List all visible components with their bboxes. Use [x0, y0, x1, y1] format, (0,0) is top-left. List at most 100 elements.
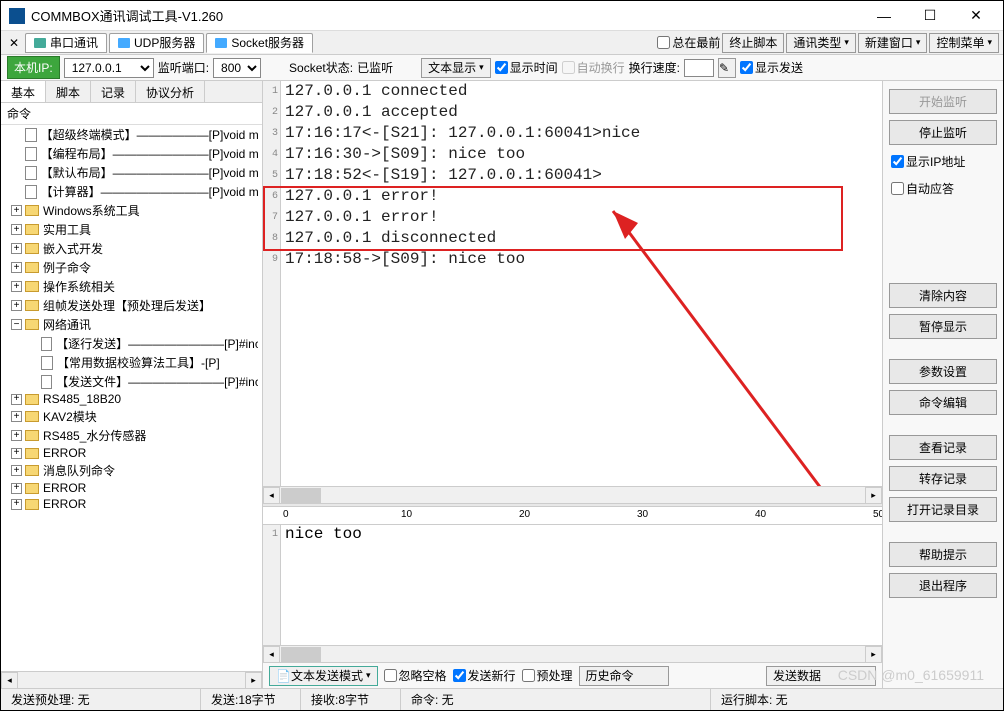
tree-hscroll[interactable]: ◂▸: [1, 671, 262, 688]
tree-item[interactable]: +实用工具: [1, 220, 262, 239]
ip-combo[interactable]: 127.0.0.1: [64, 58, 154, 78]
log-hscroll[interactable]: ◂▸: [263, 486, 882, 503]
maximize-button[interactable]: ☐: [907, 2, 953, 30]
stop-listen-button[interactable]: 停止监听: [889, 120, 997, 145]
tree-item[interactable]: 【超级终端模式】——————[P]void ma: [1, 125, 262, 144]
tree-item[interactable]: 【逐行发送】————————[P]#includ: [1, 334, 262, 353]
log-view[interactable]: 123456789 127.0.0.1 connected127.0.0.1 a…: [263, 81, 882, 486]
ruler: 01020304050: [263, 507, 882, 525]
socket-state-label: Socket状态:: [289, 59, 353, 76]
help-tip-button[interactable]: 帮助提示: [889, 542, 997, 567]
trans-record-button[interactable]: 转存记录: [889, 466, 997, 491]
subtab-script[interactable]: 脚本: [46, 81, 91, 102]
wrap-action-button[interactable]: ✎: [718, 58, 736, 78]
status-bar: 发送预处理: 无 发送:18字节 接收:8字节 命令: 无 运行脚本: 无: [1, 688, 1003, 710]
auto-reply-check[interactable]: 自动应答: [889, 178, 997, 199]
tree-item[interactable]: −网络通讯: [1, 315, 262, 334]
tab-label: UDP服务器: [134, 34, 195, 51]
clear-content-button[interactable]: 清除内容: [889, 283, 997, 308]
ctrl-menu-button[interactable]: 控制菜单: [929, 33, 999, 53]
param-set-button[interactable]: 参数设置: [889, 359, 997, 384]
tree-item[interactable]: 【常用数据校验算法工具】-[P]: [1, 353, 262, 372]
tree-item[interactable]: 【计算器】—————————[P]void ma: [1, 182, 262, 201]
top-tab-row: ✕ 串口通讯 UDP服务器 Socket服务器 总在最前 终止脚本 通讯类型 新…: [1, 31, 1003, 55]
status-send: 发送:18字节: [201, 689, 301, 710]
status-recv: 接收:8字节: [301, 689, 401, 710]
wrap-speed-input[interactable]: [684, 59, 714, 77]
new-window-button[interactable]: 新建窗口: [858, 33, 928, 53]
right-panel: 开始监听 停止监听 显示IP地址 自动应答 清除内容 暂停显示 参数设置 命令编…: [883, 81, 1003, 688]
status-script: 运行脚本: 无: [711, 689, 1003, 710]
minimize-button[interactable]: —: [861, 2, 907, 30]
subtab-basic[interactable]: 基本: [1, 81, 46, 102]
window-title: COMMBOX通讯调试工具-V1.260: [31, 6, 861, 25]
view-record-button[interactable]: 查看记录: [889, 435, 997, 460]
input-hscroll[interactable]: ◂▸: [263, 645, 882, 662]
tree-item[interactable]: +Windows系统工具: [1, 201, 262, 220]
show-ip-check[interactable]: 显示IP地址: [889, 151, 997, 172]
subtab-record[interactable]: 记录: [91, 81, 136, 102]
text-mode-button[interactable]: 文本显示: [421, 58, 491, 78]
center-panel: 123456789 127.0.0.1 connected127.0.0.1 a…: [263, 81, 883, 688]
tree-header: 命令: [1, 103, 262, 125]
log-gutter: 123456789: [263, 81, 281, 486]
app-icon: [9, 8, 25, 24]
port-combo[interactable]: 8001: [213, 58, 261, 78]
titlebar: COMMBOX通讯调试工具-V1.260 — ☐ ✕: [1, 1, 1003, 31]
history-button[interactable]: 历史命令: [579, 666, 669, 686]
open-record-dir-button[interactable]: 打开记录目录: [889, 497, 997, 522]
tree-item[interactable]: +消息队列命令: [1, 461, 262, 480]
close-tab-icon[interactable]: ✕: [5, 36, 23, 50]
ignore-space-check[interactable]: 忽略空格: [384, 667, 447, 684]
command-tree[interactable]: 【超级终端模式】——————[P]void ma【编程布局】————————[P…: [1, 125, 262, 671]
input-text[interactable]: nice too: [281, 525, 366, 645]
socket-state-value: 已监听: [357, 59, 393, 76]
stop-script-button[interactable]: 终止脚本: [722, 33, 784, 53]
preprocess-check[interactable]: 预处理: [522, 667, 573, 684]
tree-item[interactable]: +ERROR: [1, 445, 262, 461]
show-send-check[interactable]: 显示发送: [740, 59, 803, 76]
tree-item[interactable]: +组帧发送处理【预处理后发送】: [1, 296, 262, 315]
tab-label: Socket服务器: [231, 34, 304, 51]
send-newline-check[interactable]: 发送新行: [453, 667, 516, 684]
watermark: CSDN @m0_61659911: [838, 667, 984, 683]
send-mode-button[interactable]: 📄 文本发送模式: [269, 666, 378, 686]
comm-type-button[interactable]: 通讯类型: [786, 33, 856, 53]
tab-label: 串口通讯: [50, 34, 98, 51]
tree-item[interactable]: +ERROR: [1, 496, 262, 512]
tab-udp[interactable]: UDP服务器: [109, 33, 204, 53]
bottom-controls: 📄 文本发送模式 忽略空格 发送新行 预处理 历史命令 发送数据: [263, 662, 882, 688]
always-top-check[interactable]: 总在最前: [657, 34, 720, 51]
tab-serial[interactable]: 串口通讯: [25, 33, 107, 53]
auto-wrap-check[interactable]: 自动换行: [562, 59, 625, 76]
wrap-speed-label: 换行速度:: [629, 59, 680, 76]
local-ip-button[interactable]: 本机IP:: [7, 56, 60, 79]
tab-socket[interactable]: Socket服务器: [206, 33, 313, 53]
pause-show-button[interactable]: 暂停显示: [889, 314, 997, 339]
port-label: 监听端口:: [158, 59, 209, 76]
tree-item[interactable]: +例子命令: [1, 258, 262, 277]
tree-item[interactable]: 【发送文件】————————[P]#includ: [1, 372, 262, 391]
input-gutter: 1: [263, 525, 281, 645]
show-time-check[interactable]: 显示时间: [495, 59, 558, 76]
status-cmd: 命令: 无: [401, 689, 711, 710]
tree-item[interactable]: +RS485_18B20: [1, 391, 262, 407]
tree-item[interactable]: +KAV2模块: [1, 407, 262, 426]
status-presend: 发送预处理: 无: [1, 689, 201, 710]
tree-item[interactable]: +操作系统相关: [1, 277, 262, 296]
close-button[interactable]: ✕: [953, 2, 999, 30]
tree-item[interactable]: +ERROR: [1, 480, 262, 496]
log-text: 127.0.0.1 connected127.0.0.1 accepted17:…: [281, 81, 882, 486]
param-row: 本机IP: 127.0.0.1 监听端口: 8001 Socket状态: 已监听…: [1, 55, 1003, 81]
cmd-edit-button[interactable]: 命令编辑: [889, 390, 997, 415]
start-listen-button[interactable]: 开始监听: [889, 89, 997, 114]
tree-item[interactable]: 【编程布局】————————[P]void ma: [1, 144, 262, 163]
subtab-protocol[interactable]: 协议分析: [136, 81, 205, 102]
tree-item[interactable]: 【默认布局】————————[P]void ma: [1, 163, 262, 182]
sub-tabs: 基本 脚本 记录 协议分析: [1, 81, 262, 103]
exit-button[interactable]: 退出程序: [889, 573, 997, 598]
left-panel: 基本 脚本 记录 协议分析 命令 【超级终端模式】——————[P]void m…: [1, 81, 263, 688]
tree-item[interactable]: +嵌入式开发: [1, 239, 262, 258]
tree-item[interactable]: +RS485_水分传感器: [1, 426, 262, 445]
input-area[interactable]: 1 nice too: [263, 525, 882, 645]
